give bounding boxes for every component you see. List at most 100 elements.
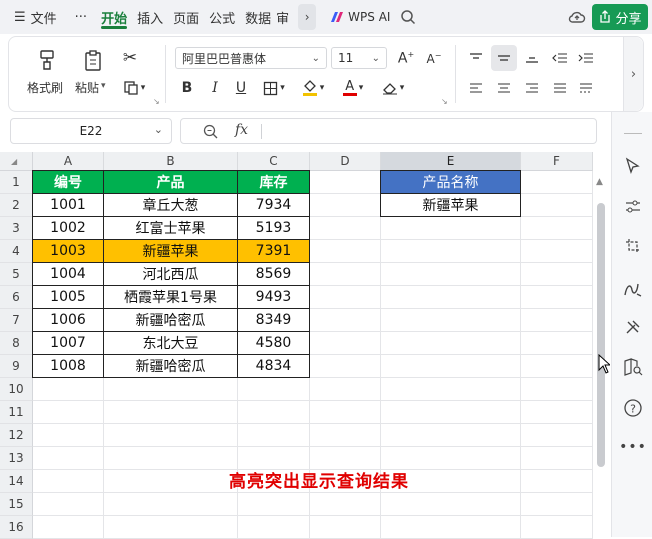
increase-font-button[interactable]: A+ — [395, 47, 417, 69]
tab-home[interactable]: 开始 — [96, 0, 132, 34]
table-cell[interactable]: 新疆哈密瓜 — [103, 354, 238, 378]
name-box[interactable]: E22 ⌄ — [10, 118, 172, 144]
row-header-6[interactable]: 6 — [0, 286, 33, 309]
row-header-7[interactable]: 7 — [0, 309, 33, 332]
table-cell[interactable]: 1002 — [32, 216, 104, 240]
tab-insert[interactable]: 插入 — [132, 0, 168, 34]
table-cell[interactable]: 1006 — [32, 308, 104, 332]
column-header-e[interactable]: E — [381, 152, 521, 171]
ribbon-scroll-right-button[interactable]: › — [623, 37, 643, 111]
column-header-a[interactable]: A — [33, 152, 104, 171]
chevron-right-icon[interactable]: › — [298, 4, 317, 30]
column-header-c[interactable]: C — [238, 152, 310, 171]
table-cell[interactable]: 4834 — [237, 354, 310, 378]
align-middle-button[interactable] — [491, 45, 517, 71]
tab-data[interactable]: 数据 — [240, 0, 276, 34]
table-cell[interactable]: 5193 — [237, 216, 310, 240]
italic-button[interactable]: I — [205, 77, 225, 99]
fx-icon[interactable]: fx — [235, 122, 248, 138]
table-cell[interactable]: 8569 — [237, 262, 310, 286]
table-cell[interactable]: 河北西瓜 — [103, 262, 238, 286]
column-header-b[interactable]: B — [104, 152, 238, 171]
table-cell[interactable]: 红富士苹果 — [103, 216, 238, 240]
search-icon[interactable] — [400, 9, 416, 25]
paste-button[interactable] — [81, 47, 105, 73]
table-cell[interactable]: 1005 — [32, 285, 104, 309]
tab-page[interactable]: 页面 — [168, 0, 204, 34]
highlighted-cell[interactable]: 新疆苹果 — [103, 239, 238, 263]
more-menu[interactable]: ··· — [70, 0, 92, 34]
justify-button[interactable] — [549, 77, 571, 99]
row-header-9[interactable]: 9 — [0, 355, 33, 378]
font-name-select[interactable]: 阿里巴巴普惠体 ⌄ — [175, 47, 327, 69]
row-header-15[interactable]: 15 — [0, 493, 33, 516]
column-header-f[interactable]: F — [521, 152, 593, 171]
formula-input[interactable]: fx — [180, 118, 597, 144]
table-cell[interactable]: 7934 — [237, 193, 310, 217]
select-icon[interactable] — [622, 155, 644, 177]
book-search-icon[interactable] — [622, 356, 644, 378]
underline-button[interactable]: U — [231, 77, 251, 99]
paste-dropdown-icon[interactable]: ▾ — [101, 81, 106, 91]
table-header-cell[interactable]: 编号 — [32, 170, 104, 194]
share-button[interactable]: 分享 — [592, 4, 648, 30]
lookup-header-cell[interactable]: 产品名称 — [380, 170, 521, 194]
row-header-4[interactable]: 4 — [0, 240, 33, 263]
scroll-up-icon[interactable]: ▲ — [596, 177, 603, 187]
cut-button[interactable]: ✂ — [119, 47, 141, 69]
format-painter-button[interactable] — [27, 47, 67, 73]
lookup-result-cell[interactable]: 新疆苹果 — [380, 193, 521, 217]
align-bottom-button[interactable] — [521, 47, 543, 69]
table-cell[interactable]: 1007 — [32, 331, 104, 355]
bold-button[interactable]: B — [177, 77, 197, 99]
row-header-2[interactable]: 2 — [0, 194, 33, 217]
tab-review[interactable]: 审 — [276, 0, 294, 34]
row-header-3[interactable]: 3 — [0, 217, 33, 240]
align-center-button[interactable] — [493, 77, 515, 99]
table-cell[interactable]: 东北大豆 — [103, 331, 238, 355]
clear-format-button[interactable]: ▾ — [377, 77, 409, 99]
cloud-upload-icon[interactable] — [568, 8, 586, 26]
row-header-12[interactable]: 12 — [0, 424, 33, 447]
table-cell[interactable]: 1001 — [32, 193, 104, 217]
highlighted-cell[interactable]: 7391 — [237, 239, 310, 263]
copy-button[interactable]: ▾ — [119, 77, 149, 99]
row-header-1[interactable]: 1 — [0, 171, 33, 194]
increase-indent-button[interactable] — [575, 47, 597, 69]
font-size-select[interactable]: 11 ⌄ — [331, 47, 387, 69]
table-cell[interactable]: 9493 — [237, 285, 310, 309]
table-cell[interactable]: 1004 — [32, 262, 104, 286]
tools-icon[interactable] — [622, 316, 644, 338]
zoom-search-icon[interactable] — [203, 124, 218, 139]
table-cell[interactable]: 栖霞苹果1号果 — [103, 285, 238, 309]
scroll-thumb[interactable] — [597, 203, 605, 467]
highlighted-cell[interactable]: 1003 — [32, 239, 104, 263]
align-right-button[interactable] — [521, 77, 543, 99]
row-header-11[interactable]: 11 — [0, 401, 33, 424]
file-menu[interactable]: ☰ 文件 — [0, 0, 62, 34]
align-top-button[interactable] — [465, 47, 487, 69]
help-icon[interactable]: ? — [622, 397, 644, 419]
table-cell[interactable]: 8349 — [237, 308, 310, 332]
row-header-14[interactable]: 14 — [0, 470, 33, 493]
font-color-button[interactable]: A ▾ — [337, 77, 369, 99]
crop-icon[interactable] — [622, 235, 644, 257]
row-header-13[interactable]: 13 — [0, 447, 33, 470]
table-cell[interactable]: 4580 — [237, 331, 310, 355]
border-button[interactable]: ▾ — [259, 77, 289, 99]
clipboard-group-expand-icon[interactable]: ↘ — [153, 97, 160, 106]
table-header-cell[interactable]: 库存 — [237, 170, 310, 194]
font-group-expand-icon[interactable]: ↘ — [441, 97, 448, 106]
decrease-font-button[interactable]: A− — [423, 47, 445, 69]
ai-chart-icon[interactable] — [622, 278, 644, 300]
table-header-cell[interactable]: 产品 — [103, 170, 238, 194]
wps-ai-button[interactable]: WPS AI — [330, 10, 390, 24]
row-header-5[interactable]: 5 — [0, 263, 33, 286]
table-cell[interactable]: 新疆哈密瓜 — [103, 308, 238, 332]
tab-formula[interactable]: 公式 — [204, 0, 240, 34]
distribute-button[interactable] — [575, 77, 597, 99]
fill-color-button[interactable]: ▾ — [297, 77, 329, 99]
decrease-indent-button[interactable] — [549, 47, 571, 69]
filter-icon[interactable] — [622, 196, 644, 218]
select-all-corner[interactable]: ◢ — [0, 152, 33, 171]
